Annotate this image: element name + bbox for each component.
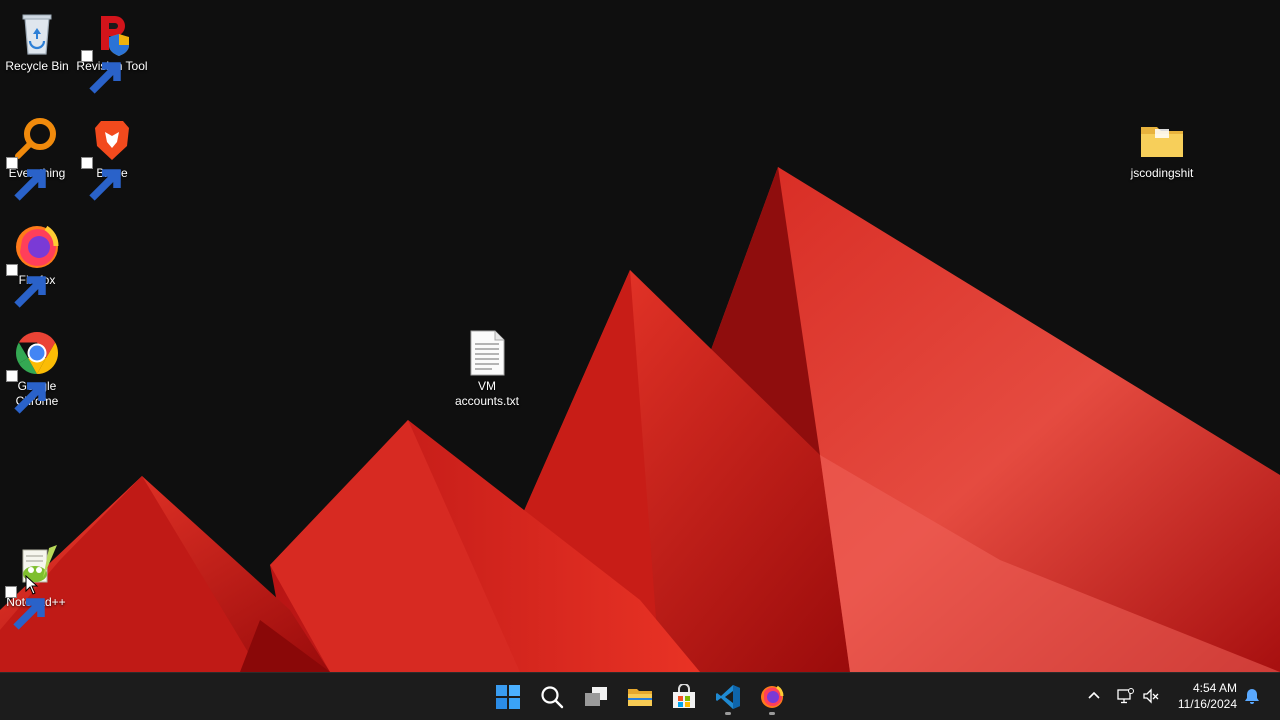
taskbar: 4:54 AM 11/16/2024 <box>0 672 1280 720</box>
clock-time: 4:54 AM <box>1192 681 1237 695</box>
mouse-cursor-icon <box>25 575 39 595</box>
running-indicator <box>769 712 775 715</box>
desktop-icon-google-chrome[interactable]: Google Chrome <box>0 328 75 414</box>
desktop-icon-firefox[interactable]: Firefox <box>0 222 75 308</box>
shortcut-arrow-icon <box>6 370 46 414</box>
taskbar-task-view-button[interactable] <box>577 678 615 716</box>
desktop-icon-brave[interactable]: Brave <box>74 115 150 201</box>
desktop-icon-recycle-bin[interactable]: Recycle Bin <box>0 8 75 74</box>
windows-start-icon <box>496 685 520 709</box>
tray-notifications-button[interactable] <box>1241 685 1263 707</box>
wallpaper <box>0 167 1280 672</box>
shortcut-arrow-icon <box>6 264 46 308</box>
desktop-icon-everything[interactable]: Everything <box>0 115 75 201</box>
taskbar-file-explorer-button[interactable] <box>621 678 659 716</box>
taskbar-search-button[interactable] <box>533 678 571 716</box>
bell-icon <box>1245 689 1259 704</box>
magnifier-ring-icon <box>6 115 62 201</box>
folder-icon <box>628 689 652 706</box>
chevron-up-icon <box>1088 691 1100 699</box>
desktop-icon-revision-tool[interactable]: Revision Tool <box>74 8 150 94</box>
folder-icon <box>1137 115 1187 165</box>
firefox-icon <box>761 685 784 708</box>
firefox-icon <box>6 222 62 308</box>
taskbar-vscode-button[interactable] <box>709 678 747 716</box>
text-file-icon <box>462 328 512 378</box>
vscode-icon <box>716 685 740 709</box>
running-indicator <box>725 712 731 715</box>
tray-network-button[interactable] <box>1114 685 1136 707</box>
clock-date: 11/16/2024 <box>1177 697 1237 711</box>
desktop-icon-vm-accounts-txt[interactable]: VM accounts.txt <box>449 328 525 409</box>
taskbar-store-button[interactable] <box>665 678 703 716</box>
tray-overflow-chevron[interactable] <box>1083 685 1105 707</box>
recycle-bin-icon <box>12 8 62 58</box>
shortcut-arrow-icon <box>81 50 121 94</box>
shortcut-arrow-icon <box>5 586 45 630</box>
taskbar-firefox-button[interactable] <box>753 678 791 716</box>
desktop-icon-label: VM accounts.txt <box>454 379 520 408</box>
store-icon <box>673 684 695 708</box>
network-disconnected-icon <box>1117 688 1134 704</box>
search-icon <box>541 686 564 709</box>
task-view-icon <box>585 687 607 706</box>
tray-clock[interactable]: 4:54 AM 11/16/2024 <box>1157 680 1237 712</box>
desktop-icon-jscodingshit-folder[interactable]: jscodingshit <box>1124 115 1200 181</box>
revision-tool-icon <box>81 8 137 94</box>
taskbar-start-button[interactable] <box>489 678 527 716</box>
chrome-icon <box>6 328 62 414</box>
desktop-icon-label: jscodingshit <box>1130 166 1194 180</box>
shortcut-arrow-icon <box>6 157 46 201</box>
shortcut-arrow-icon <box>81 157 121 201</box>
brave-lion-icon <box>81 115 137 201</box>
